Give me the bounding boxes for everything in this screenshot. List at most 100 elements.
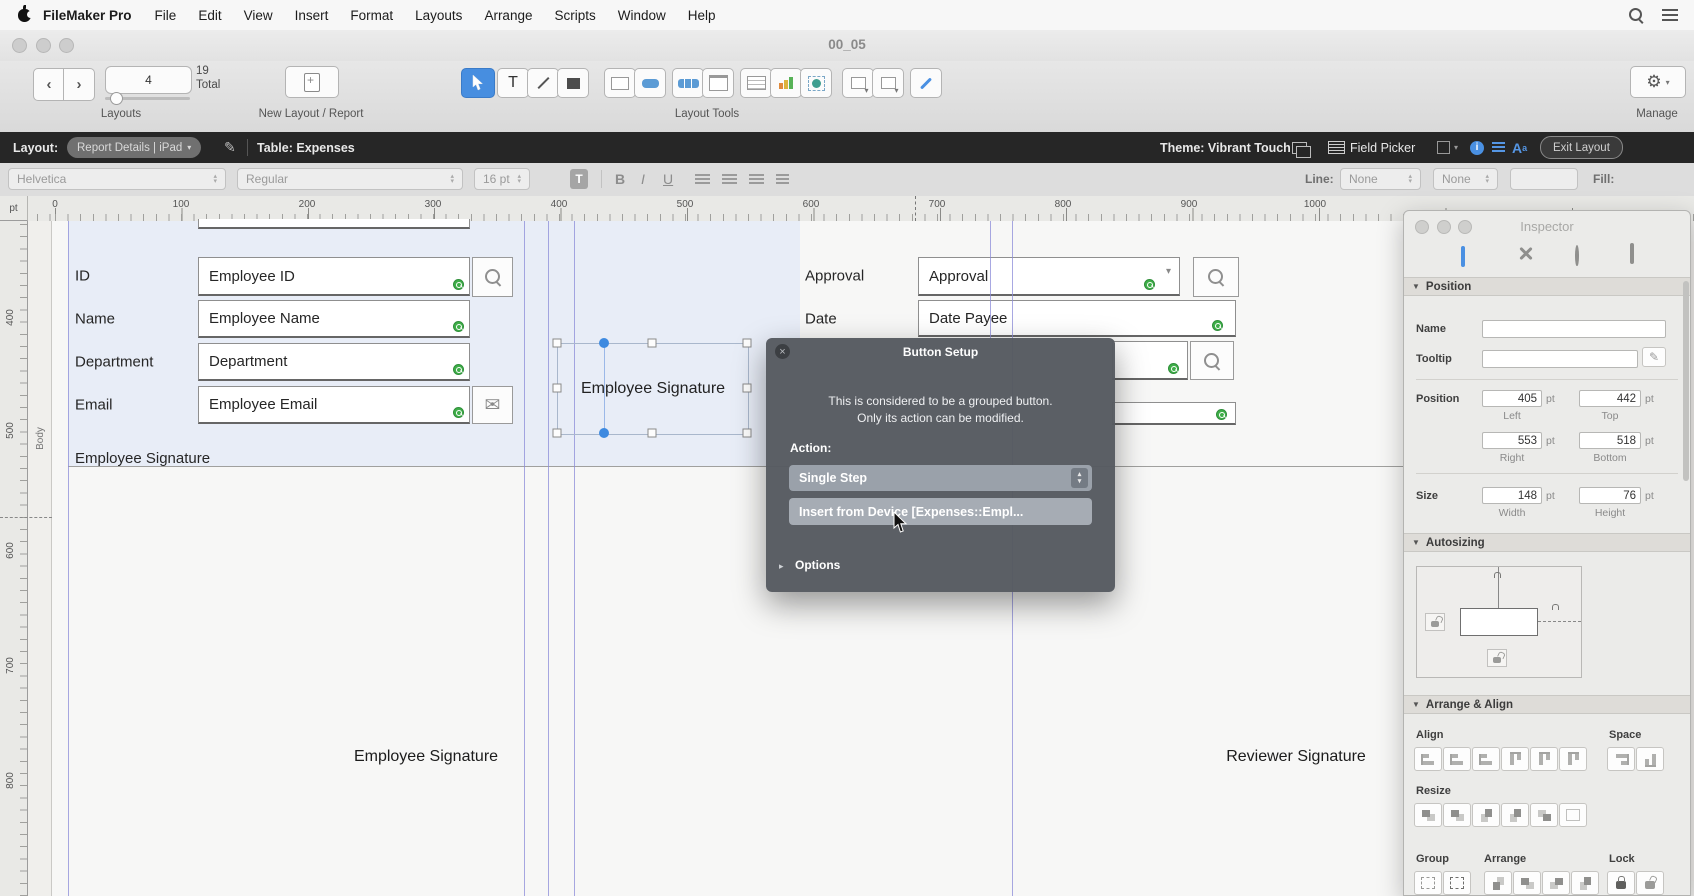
selection-handle[interactable] xyxy=(552,383,562,393)
align-center-button[interactable] xyxy=(722,168,737,190)
text-tool[interactable]: T xyxy=(497,68,529,98)
employee-email-field[interactable]: Employee Email xyxy=(198,386,470,424)
space-vertical-button[interactable] xyxy=(1636,747,1664,771)
layout-slider-knob[interactable] xyxy=(110,92,123,105)
resize-largest-width-button[interactable] xyxy=(1443,803,1471,827)
line-color-swatch[interactable] xyxy=(1510,168,1578,190)
menu-edit[interactable]: Edit xyxy=(187,8,232,23)
resize-smallest-both-button[interactable] xyxy=(1530,803,1558,827)
group-anchor-dot[interactable] xyxy=(599,338,609,348)
edit-layout-pencil-icon[interactable]: ✎ xyxy=(224,132,236,163)
selection-handle[interactable] xyxy=(742,428,752,438)
menu-format[interactable]: Format xyxy=(339,8,404,23)
options-label[interactable]: Options xyxy=(795,558,840,572)
part-boundary-line[interactable] xyxy=(68,466,1430,467)
bring-forward-button[interactable] xyxy=(1513,871,1541,895)
spotlight-search-icon[interactable] xyxy=(1629,7,1644,23)
tooltip-edit-button[interactable]: ✎ xyxy=(1642,347,1666,367)
align-top-edges-button[interactable] xyxy=(1501,747,1529,771)
button-bar-tool[interactable] xyxy=(672,68,704,98)
part-visibility-control[interactable]: ▾ xyxy=(1437,132,1458,163)
menu-help[interactable]: Help xyxy=(677,8,727,23)
position-top-input[interactable]: 442 xyxy=(1579,390,1641,407)
department-field[interactable]: Department xyxy=(198,343,470,381)
tooltip-input[interactable] xyxy=(1482,350,1638,368)
line-width-select[interactable]: None ▴ ▾ xyxy=(1433,168,1498,190)
italic-button[interactable]: I xyxy=(641,168,645,190)
group-button[interactable] xyxy=(1414,871,1442,895)
email-send-button[interactable]: ✉ xyxy=(472,386,513,424)
new-layout-button[interactable] xyxy=(285,66,339,98)
line-tool[interactable] xyxy=(527,68,559,98)
web-viewer-tool[interactable] xyxy=(800,68,832,98)
lock-button[interactable] xyxy=(1607,871,1635,895)
inspector-scrollbar[interactable] xyxy=(1683,281,1689,481)
theme-label[interactable]: Theme: Vibrant Touch xyxy=(1160,132,1291,163)
apple-menu-icon[interactable] xyxy=(18,4,34,22)
employee-name-field[interactable]: Employee Name xyxy=(198,300,470,338)
section-autosizing[interactable]: ▼ Autosizing xyxy=(1404,533,1690,552)
inspector-toggle-icon[interactable]: i xyxy=(1470,132,1484,163)
section-position[interactable]: ▼ Position xyxy=(1404,277,1690,296)
menu-file[interactable]: File xyxy=(144,8,188,23)
selection-tool[interactable] xyxy=(461,68,495,98)
employee-id-field[interactable]: Employee ID xyxy=(198,257,470,296)
bold-button[interactable]: B xyxy=(615,168,625,190)
tab-data[interactable] xyxy=(1630,243,1634,264)
field-picker-button[interactable]: Field Picker xyxy=(1328,132,1415,163)
ungroup-button[interactable] xyxy=(1443,871,1471,895)
space-horizontal-button[interactable] xyxy=(1607,747,1635,771)
align-bottom-edges-button[interactable] xyxy=(1559,747,1587,771)
align-centers-h-button[interactable] xyxy=(1443,747,1471,771)
position-left-input[interactable]: 405 xyxy=(1482,390,1542,407)
menu-arrange[interactable]: Arrange xyxy=(473,8,543,23)
button-tool[interactable] xyxy=(634,68,666,98)
align-right-button[interactable] xyxy=(749,168,764,190)
menu-insert[interactable]: Insert xyxy=(284,8,340,23)
name-input[interactable] xyxy=(1482,320,1666,338)
font-family-select[interactable]: Helvetica ▴ ▾ xyxy=(8,168,226,190)
resize-largest-both-button[interactable] xyxy=(1559,803,1587,827)
send-to-back-button[interactable] xyxy=(1571,871,1599,895)
selection-handle[interactable] xyxy=(552,338,562,348)
align-right-edges-button[interactable] xyxy=(1472,747,1500,771)
underline-button[interactable]: U xyxy=(663,168,673,190)
position-bottom-input[interactable]: 518 xyxy=(1579,432,1641,449)
send-backward-button[interactable] xyxy=(1542,871,1570,895)
section-arrange-align[interactable]: ▼ Arrange & Align xyxy=(1404,695,1690,714)
options-disclosure-icon[interactable]: ▸ xyxy=(779,561,784,572)
field-fragment[interactable] xyxy=(1112,402,1236,425)
line-style-select[interactable]: None ▴ ▾ xyxy=(1340,168,1421,190)
align-centers-v-button[interactable] xyxy=(1530,747,1558,771)
layers-icon[interactable] xyxy=(1492,132,1505,163)
resize-largest-height-button[interactable] xyxy=(1501,803,1529,827)
body-part-label[interactable]: Body xyxy=(35,427,46,450)
chart-tool[interactable] xyxy=(770,68,802,98)
employee-signature-text[interactable]: Employee Signature xyxy=(354,748,498,766)
align-justify-button[interactable] xyxy=(776,168,789,190)
exit-layout-button[interactable]: Exit Layout xyxy=(1540,132,1623,163)
menu-scripts[interactable]: Scripts xyxy=(543,8,606,23)
left-anchor-unlock-icon[interactable] xyxy=(1425,613,1445,631)
theme-icon[interactable] xyxy=(1292,132,1311,163)
size-height-input[interactable]: 76 xyxy=(1579,487,1641,504)
date-payee-field[interactable]: Date Payee xyxy=(918,300,1236,337)
field-tool[interactable] xyxy=(604,68,636,98)
format-painter-tool[interactable] xyxy=(910,68,942,98)
tab-control-tool[interactable] xyxy=(702,68,734,98)
bring-to-front-button[interactable] xyxy=(1484,871,1512,895)
employee-id-search-button[interactable] xyxy=(472,257,513,297)
paragraph-style-button[interactable]: T xyxy=(570,168,588,190)
approval-search-button[interactable] xyxy=(1193,257,1239,297)
font-style-select[interactable]: Regular ▴ ▾ xyxy=(237,168,463,190)
selection-handle[interactable] xyxy=(742,383,752,393)
menu-layouts[interactable]: Layouts xyxy=(404,8,473,23)
tab-appearance[interactable] xyxy=(1575,245,1579,266)
search-button-fragment[interactable] xyxy=(1190,341,1234,380)
size-width-input[interactable]: 148 xyxy=(1482,487,1542,504)
notification-center-icon[interactable] xyxy=(1662,9,1678,21)
layout-number-field[interactable]: 4 xyxy=(105,66,192,94)
insert-part-tool[interactable] xyxy=(872,68,904,98)
resize-smallest-width-button[interactable] xyxy=(1414,803,1442,827)
portal-tool[interactable] xyxy=(740,68,772,98)
